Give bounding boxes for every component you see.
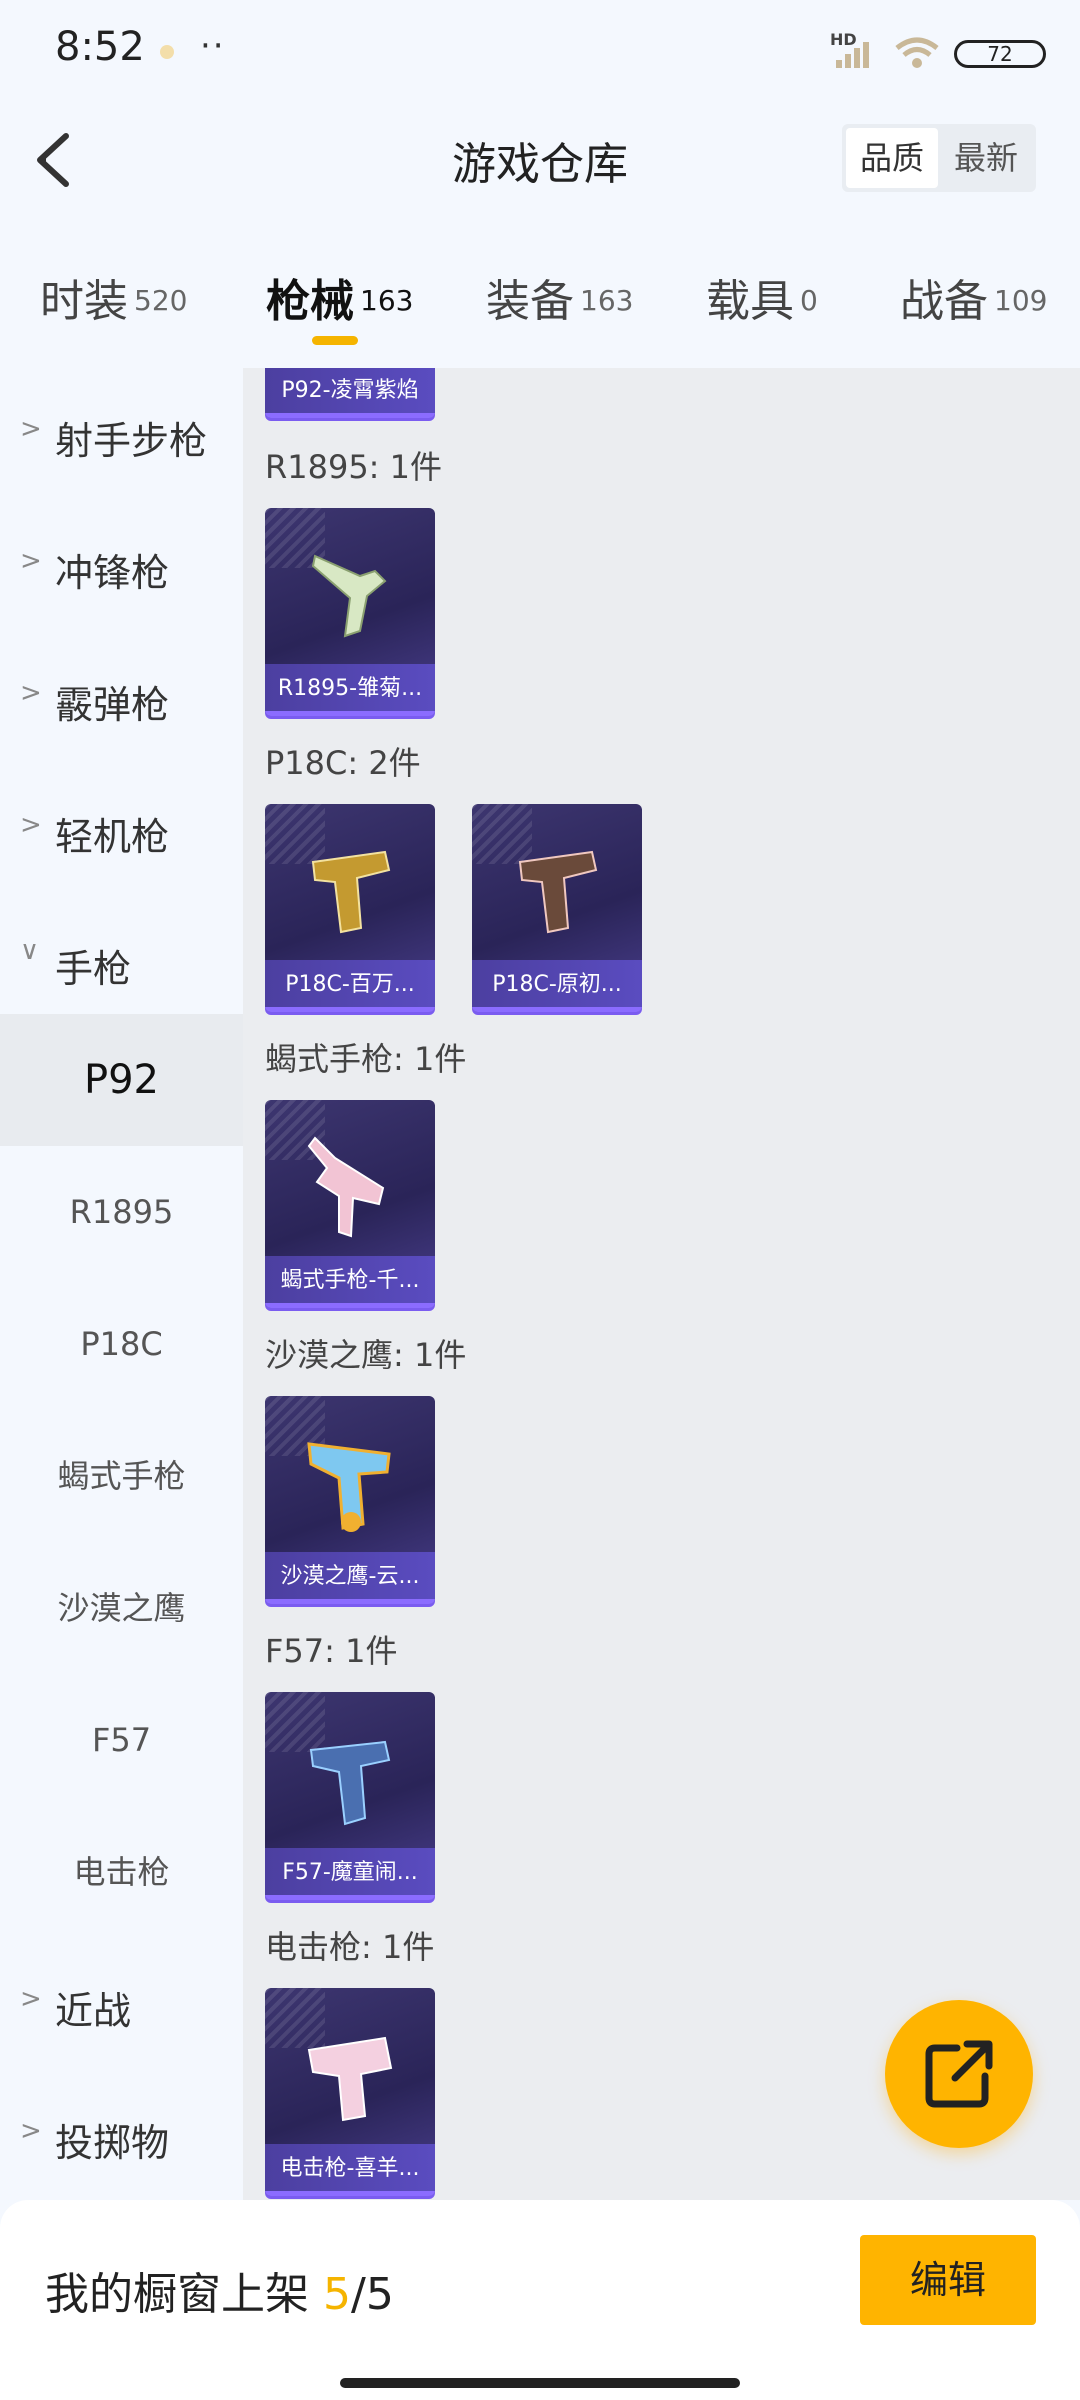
item-card-name: F57-魔童闹... [265,1848,435,1900]
tab-equipment[interactable]: 装备 163 [486,265,633,329]
share-button[interactable] [885,2000,1033,2148]
group-title: R1895: 1件 [265,448,442,486]
chevron-right-icon: > [20,1984,42,2014]
item-card-name: R1895-雏菊... [265,664,435,716]
sidebar: > 射手步枪 > 冲锋枪 > 霰弹枪 > 轻机枪 ∨ 手枪 P92 R1895 … [0,368,243,2200]
sidebar-item-melee[interactable]: > 近战 [0,1938,243,2070]
revolver-icon [311,554,387,638]
taser-icon [307,2036,393,2122]
group-title: 蝎式手枪: 1件 [265,1040,467,1078]
sidebar-sub-f57[interactable]: F57 [0,1674,243,1806]
sidebar-item-smg[interactable]: > 冲锋枪 [0,500,243,632]
chevron-right-icon: > [20,678,42,708]
signal-icon [832,34,876,68]
chevron-right-icon: > [20,546,42,576]
sidebar-item-lmg[interactable]: > 轻机枪 [0,764,243,896]
chevron-right-icon: > [20,2116,42,2146]
active-tab-indicator [312,336,358,345]
chevron-right-icon: > [20,414,42,444]
item-card[interactable]: F57-魔童闹... [265,1692,435,1900]
group-title: 电击枪: 1件 [265,1928,435,1966]
f57-pistol-icon [309,1740,391,1826]
bottom-bar: 我的橱窗上架 5/5 编辑 [0,2200,1080,2400]
tab-combat-gear[interactable]: 战备 109 [900,265,1047,329]
wifi-icon [895,37,939,68]
pistol-icon [518,850,598,934]
status-bar: 8:52 ·· HD 72 [0,0,1080,110]
sidebar-item-marksman-rifle[interactable]: > 射手步枪 [0,368,243,500]
sidebar-sub-r1895[interactable]: R1895 [0,1146,243,1278]
desert-eagle-icon [307,1442,391,1532]
item-card[interactable]: 电击枪-喜羊... [265,1988,435,2196]
edit-button[interactable]: 编辑 [860,2235,1036,2325]
chevron-right-icon: > [20,810,42,840]
more-notifications-icon: ·· [200,26,226,66]
item-card-name: P18C-原初... [472,960,642,1012]
item-card-name: 沙漠之鹰-云... [265,1552,435,1604]
item-card-name: P18C-百万... [265,960,435,1012]
item-card[interactable]: 沙漠之鹰-云... [265,1396,435,1604]
item-card[interactable]: R1895-雏菊... [265,508,435,716]
battery-icon: 72 [954,40,1046,68]
item-grid: P92-凌霄紫焰 R1895: 1件 R1895-雏菊... P18C: 2件 … [243,368,1080,2200]
chevron-down-icon: ∨ [20,936,40,966]
item-card-name: P92-凌霄紫焰 [265,368,435,418]
sort-toggle: 品质 最新 [842,124,1036,192]
showcase-used-count: 5 [323,2269,351,2320]
smg-pistol-icon [307,1136,385,1238]
item-card[interactable]: 蝎式手枪-千... [265,1100,435,1308]
item-card[interactable]: P18C-原初... [472,804,642,1012]
external-link-icon [925,2040,993,2108]
tab-fashion[interactable]: 时装 520 [40,265,187,329]
sidebar-sub-scorpion[interactable]: 蝎式手枪 [0,1410,243,1542]
notification-dot-icon [160,45,174,59]
header: 游戏仓库 品质 最新 [0,110,1080,210]
group-title: 沙漠之鹰: 1件 [265,1336,467,1374]
pistol-icon [311,850,391,934]
status-time: 8:52 [55,24,145,70]
item-card-name: 蝎式手枪-千... [265,1256,435,1308]
item-card[interactable]: P92-凌霄紫焰 [265,368,435,418]
sidebar-sub-taser[interactable]: 电击枪 [0,1806,243,1938]
sort-latest-button[interactable]: 最新 [940,128,1032,188]
tab-vehicles[interactable]: 载具 0 [706,265,818,329]
home-indicator[interactable] [340,2378,740,2388]
item-card-name: 电击枪-喜羊... [265,2144,435,2196]
group-title: F57: 1件 [265,1632,398,1670]
showcase-status: 我的橱窗上架 5/5 [45,2269,394,2320]
sidebar-item-shotgun[interactable]: > 霰弹枪 [0,632,243,764]
sort-quality-button[interactable]: 品质 [846,128,938,188]
sidebar-sub-p18c[interactable]: P18C [0,1278,243,1410]
sidebar-item-pistol[interactable]: ∨ 手枪 [0,896,243,1028]
sidebar-sub-desert-eagle[interactable]: 沙漠之鹰 [0,1542,243,1674]
sidebar-sub-p92[interactable]: P92 [0,1014,243,1146]
item-card[interactable]: P18C-百万... [265,804,435,1012]
category-tabs: 时装 520 枪械 163 装备 163 载具 0 战备 109 [0,245,1080,360]
tab-guns[interactable]: 枪械 163 [266,265,413,329]
sidebar-item-throwables[interactable]: > 投掷物 [0,2070,243,2202]
group-title: P18C: 2件 [265,744,421,782]
